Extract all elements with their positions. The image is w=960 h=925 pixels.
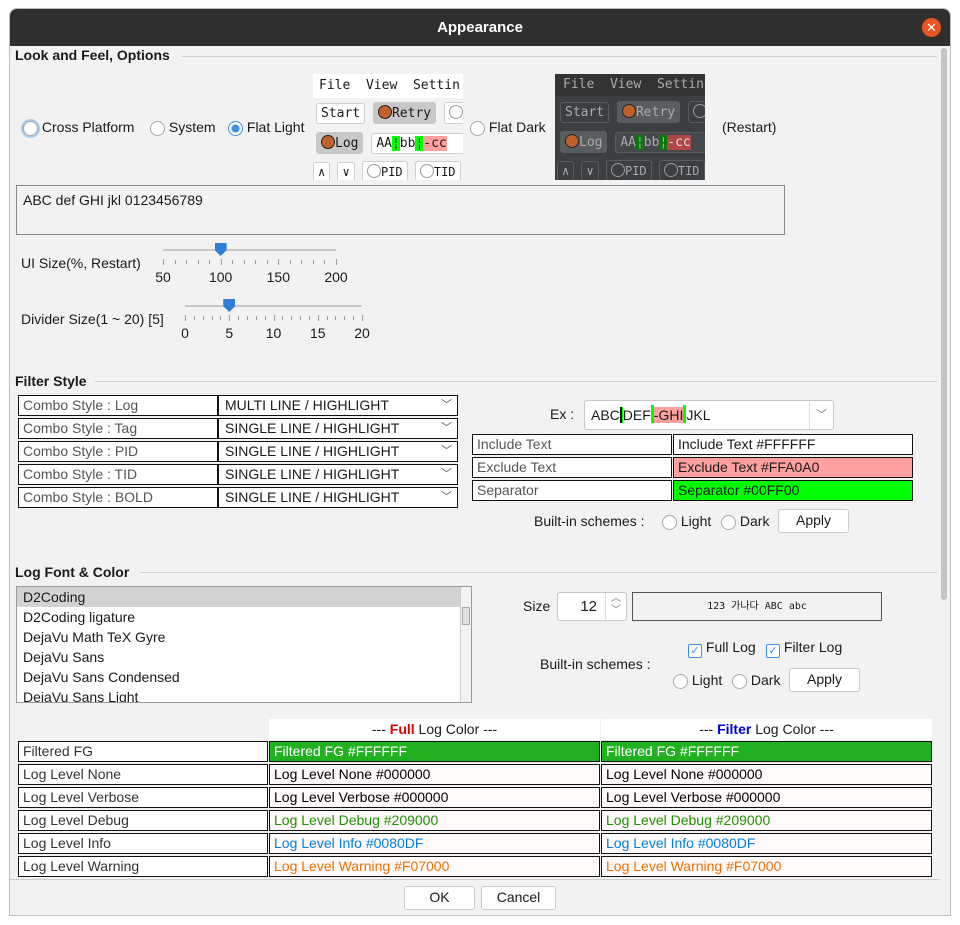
log-color-label: Log Level Warning (18, 856, 268, 877)
combo-style-label: Combo Style : PID (18, 441, 218, 462)
combo-value: SINGLE LINE / HIGHLIGHT (225, 466, 400, 482)
combo-value: MULTI LINE / HIGHLIGHT (225, 397, 389, 413)
full-log-color-cell[interactable]: Log Level None #000000 (269, 764, 600, 785)
filter-color-label: Exclude Text (472, 457, 672, 478)
full-log-color-cell[interactable]: Log Level Warning #F07000 (269, 856, 600, 877)
full-log-color-cell[interactable]: Log Level Debug #209000 (269, 810, 600, 831)
combo-style-label: Combo Style : Log (18, 395, 218, 416)
divider (10, 879, 940, 880)
filter-log-color-cell[interactable]: Log Level Debug #209000 (601, 810, 932, 831)
combo-value: SINGLE LINE / HIGHLIGHT (225, 489, 400, 505)
full-log-color-cell[interactable]: Filtered FG #FFFFFF (269, 741, 600, 762)
full-log-color-cell[interactable]: Log Level Info #0080DF (269, 833, 600, 854)
combo-style-select[interactable]: SINGLE LINE / HIGHLIGHT ﹀ (218, 487, 458, 508)
combo-style-select[interactable]: SINGLE LINE / HIGHLIGHT ﹀ (218, 418, 458, 439)
combo-style-select[interactable]: MULTI LINE / HIGHLIGHT ﹀ (218, 395, 458, 416)
filter-log-color-cell[interactable]: Log Level None #000000 (601, 764, 932, 785)
combo-value: SINGLE LINE / HIGHLIGHT (225, 443, 400, 459)
log-color-label: Filtered FG (18, 741, 268, 762)
ok-button[interactable]: OK (404, 886, 475, 910)
log-color-label: Log Level None (18, 764, 268, 785)
combo-style-select[interactable]: SINGLE LINE / HIGHLIGHT ﹀ (218, 441, 458, 462)
cancel-button[interactable]: Cancel (481, 886, 556, 910)
combo-style-select[interactable]: SINGLE LINE / HIGHLIGHT ﹀ (218, 464, 458, 485)
log-color-label: Log Level Info (18, 833, 268, 854)
combo-style-label: Combo Style : Tag (18, 418, 218, 439)
filter-color-value[interactable]: Exclude Text #FFA0A0 (673, 457, 913, 478)
filter-color-label: Separator (472, 480, 672, 501)
combo-style-label: Combo Style : TID (18, 464, 218, 485)
chevron-down-icon: ﹀ (441, 445, 452, 457)
chevron-down-icon: ﹀ (441, 468, 452, 480)
full-log-color-cell[interactable]: Log Level Verbose #000000 (269, 787, 600, 808)
filter-color-value[interactable]: Include Text #FFFFFF (673, 434, 913, 455)
chevron-down-icon: ﹀ (441, 399, 452, 411)
log-color-label: Log Level Debug (18, 810, 268, 831)
filter-log-color-cell[interactable]: Log Level Verbose #000000 (601, 787, 932, 808)
chevron-down-icon: ﹀ (441, 491, 452, 503)
filter-color-label: Include Text (472, 434, 672, 455)
filter-log-color-cell[interactable]: Log Level Warning #F07000 (601, 856, 932, 877)
filter-log-color-cell[interactable]: Log Level Info #0080DF (601, 833, 932, 854)
filter-log-color-cell[interactable]: Filtered FG #FFFFFF (601, 741, 932, 762)
chevron-down-icon: ﹀ (441, 422, 452, 434)
combo-value: SINGLE LINE / HIGHLIGHT (225, 420, 400, 436)
log-color-label: Log Level Verbose (18, 787, 268, 808)
combo-style-label: Combo Style : BOLD (18, 487, 218, 508)
filter-color-value[interactable]: Separator #00FF00 (673, 480, 913, 501)
